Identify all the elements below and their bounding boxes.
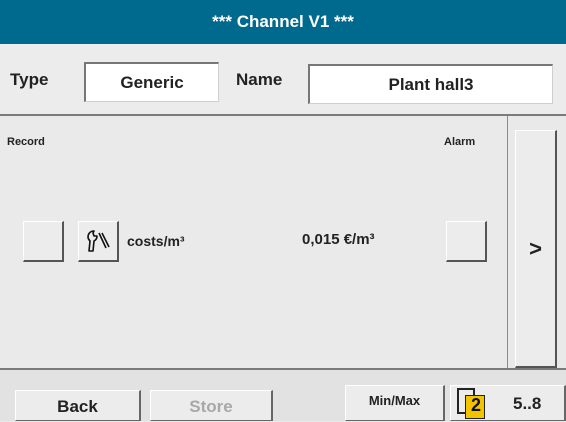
store-button[interactable]: Store <box>150 390 273 421</box>
value-display: 0,015 €/m³ <box>302 231 375 248</box>
name-field[interactable]: Plant hall3 <box>308 64 553 104</box>
type-label: Type <box>10 70 49 89</box>
settings-button[interactable] <box>78 221 119 262</box>
unit-label: costs/m³ <box>127 233 185 249</box>
wrench-icon <box>85 227 113 260</box>
minmax-button[interactable]: Min/Max <box>345 385 445 421</box>
name-label: Name <box>236 70 283 89</box>
button-bar: Back Store Min/Max 2 5..8 <box>0 370 566 421</box>
back-button[interactable]: Back <box>15 390 141 421</box>
channel-header: Type Generic Name Plant hall3 <box>0 44 566 114</box>
alarm-label: Alarm <box>444 136 476 148</box>
panel-separator <box>507 116 508 370</box>
record-checkbox[interactable] <box>23 221 64 262</box>
alarm-checkbox[interactable] <box>446 221 487 262</box>
next-button[interactable]: > <box>515 130 557 368</box>
page-button[interactable]: 2 5..8 <box>450 385 566 421</box>
channel-panel: Record Alarm costs/m³ 0,015 €/m³ <box>0 118 507 370</box>
window-title: *** Channel V1 *** <box>0 0 566 44</box>
header-divider <box>0 114 566 116</box>
page-range: 5..8 <box>513 394 542 413</box>
record-label: Record <box>7 136 45 148</box>
type-field[interactable]: Generic <box>84 62 219 102</box>
page-number: 2 <box>470 395 481 415</box>
